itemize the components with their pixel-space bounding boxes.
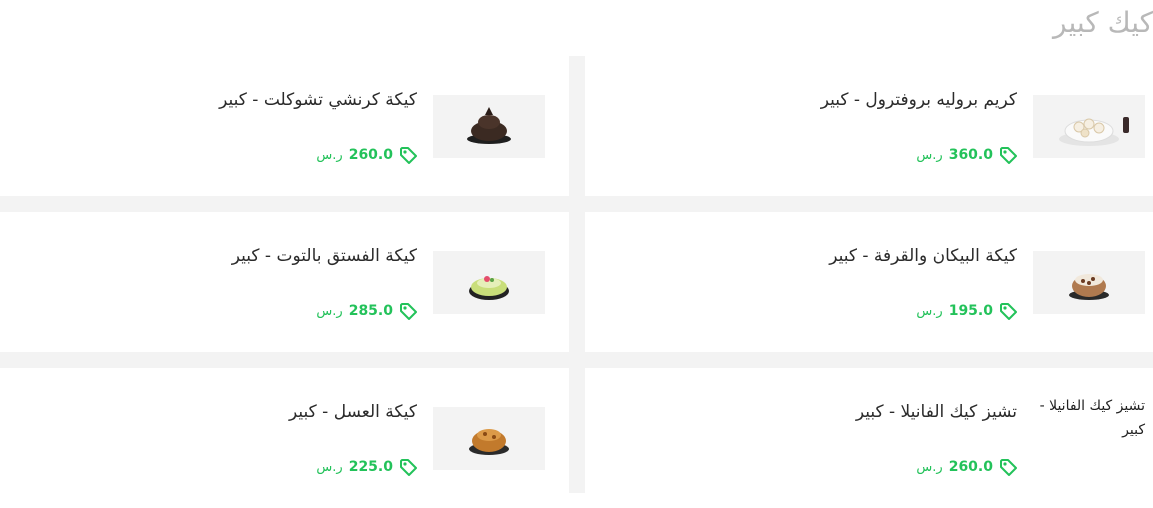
section-title: كيك كبير xyxy=(1053,6,1153,39)
product-name[interactable]: كيكة الفستق بالتوت - كبير xyxy=(232,246,417,266)
product-card[interactable]: كيكة العسل - كبير 225.0 ر.س xyxy=(0,368,569,508)
product-name[interactable]: كيكة العسل - كبير xyxy=(289,402,417,422)
product-price: 225.0 xyxy=(348,459,393,475)
price-row: 260.0 ر.س xyxy=(316,146,417,164)
product-name[interactable]: تشيز كيك الفانيلا - كبير xyxy=(856,402,1017,422)
price-row: 360.0 ر.س xyxy=(916,146,1017,164)
product-name[interactable]: كيكة البيكان والقرفة - كبير xyxy=(829,246,1017,266)
product-price: 260.0 xyxy=(348,147,393,163)
product-currency: ر.س xyxy=(916,147,943,163)
product-price: 285.0 xyxy=(348,303,393,319)
price-tag-icon xyxy=(1000,303,1017,320)
product-image[interactable] xyxy=(433,95,545,158)
product-currency: ر.س xyxy=(916,459,943,475)
product-card[interactable]: تشيز كيك الفانيلا - كبير تشيز كيك الفاني… xyxy=(585,368,1153,508)
product-name[interactable]: كيكة كرنشي تشوكلت - كبير xyxy=(219,90,417,110)
price-tag-icon xyxy=(400,459,417,476)
price-tag-icon xyxy=(1000,459,1017,476)
price-row: 260.0 ر.س xyxy=(916,458,1017,476)
product-image-alt[interactable]: تشيز كيك الفانيلا - كبير xyxy=(1035,394,1145,442)
price-row: 195.0 ر.س xyxy=(916,302,1017,320)
product-image[interactable] xyxy=(1033,95,1145,158)
price-tag-icon xyxy=(400,303,417,320)
product-image[interactable] xyxy=(1033,251,1145,314)
product-grid: كريم بروليه بروفترول - كبير 360.0 ر.س كي… xyxy=(0,56,1153,508)
product-price: 195.0 xyxy=(948,303,993,319)
product-name[interactable]: كريم بروليه بروفترول - كبير xyxy=(821,90,1017,110)
product-card[interactable]: كيكة البيكان والقرفة - كبير 195.0 ر.س xyxy=(585,212,1153,352)
product-currency: ر.س xyxy=(316,459,343,475)
product-card[interactable]: كيكة كرنشي تشوكلت - كبير 260.0 ر.س xyxy=(0,56,569,196)
price-row: 285.0 ر.س xyxy=(316,302,417,320)
product-currency: ر.س xyxy=(316,303,343,319)
price-row: 225.0 ر.س xyxy=(316,458,417,476)
product-image[interactable] xyxy=(433,251,545,314)
product-price: 260.0 xyxy=(948,459,993,475)
product-card[interactable]: كيكة الفستق بالتوت - كبير 285.0 ر.س xyxy=(0,212,569,352)
product-image[interactable] xyxy=(433,407,545,470)
product-card[interactable]: كريم بروليه بروفترول - كبير 360.0 ر.س xyxy=(585,56,1153,196)
product-currency: ر.س xyxy=(916,303,943,319)
price-tag-icon xyxy=(400,147,417,164)
price-tag-icon xyxy=(1000,147,1017,164)
product-price: 360.0 xyxy=(948,147,993,163)
product-currency: ر.س xyxy=(316,147,343,163)
